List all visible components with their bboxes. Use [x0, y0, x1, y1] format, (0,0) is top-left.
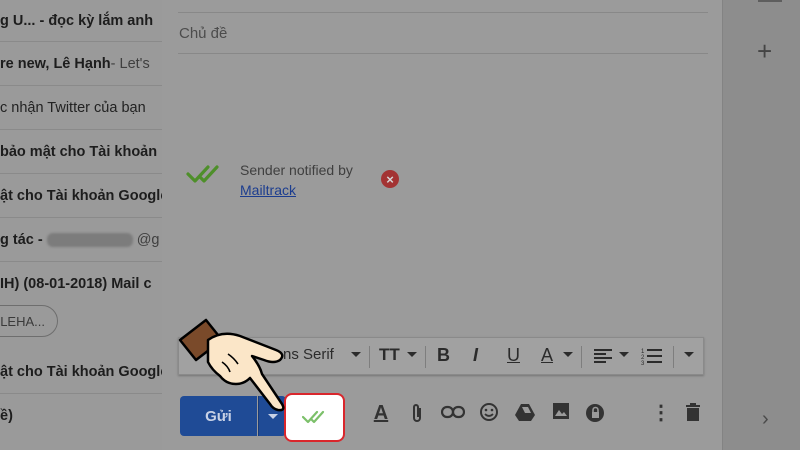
inbox-row-sender: ật cho Tài khoản Google [0, 187, 162, 204]
mailtrack-text: Sender notified by [240, 162, 353, 178]
subject-placeholder: Chủ đề [179, 25, 228, 42]
menu-icon[interactable] [758, 0, 782, 2]
inbox-list: g U... - đọc kỳ lắm anh re new, Lê Hạnh … [0, 0, 162, 450]
text-color-icon[interactable]: A [541, 345, 553, 366]
more-formatting-icon[interactable] [684, 352, 694, 357]
inbox-row-sender: ề) [0, 408, 13, 424]
divider [581, 346, 582, 368]
subject-field[interactable]: Chủ đề [178, 14, 708, 54]
inbox-row-sender: re new, Lê Hạnh [0, 55, 111, 72]
numbered-list-icon[interactable]: 1 2 3 [641, 347, 663, 365]
more-options-icon[interactable]: ⋮ [648, 402, 674, 424]
inbox-row-sender: bảo mật cho Tài khoản [0, 143, 158, 160]
inbox-row[interactable]: ề) [0, 394, 162, 438]
inbox-row-snippet: @g [136, 231, 160, 248]
side-panel [722, 0, 800, 450]
svg-text:3: 3 [641, 361, 645, 365]
inbox-row[interactable]: IH) (08-01-2018) Mail c [0, 262, 162, 306]
inbox-row-snippet: - Let's [110, 55, 150, 72]
google-drive-icon[interactable] [512, 402, 538, 427]
chevron-down-icon[interactable] [563, 352, 573, 357]
attachment-chip-label: LEHA... [0, 313, 45, 329]
emoji-icon[interactable] [476, 402, 502, 427]
italic-icon[interactable]: I [473, 345, 478, 366]
inbox-row-sender: g tác - [0, 231, 43, 248]
inbox-row[interactable]: g tác - @g [0, 218, 162, 262]
text-size-icon[interactable]: TT [379, 345, 400, 365]
underline-icon[interactable]: U [507, 345, 520, 366]
chevron-down-icon[interactable] [351, 352, 361, 357]
align-icon[interactable] [593, 348, 613, 364]
add-addon-icon[interactable]: + [757, 36, 772, 67]
inbox-row[interactable]: g U... - đọc kỳ lắm anh [0, 0, 162, 42]
attach-file-icon[interactable] [404, 402, 430, 429]
divider [425, 346, 426, 368]
inbox-row[interactable]: c nhận Twitter của bạn [0, 86, 162, 130]
inbox-row-sender: ật cho Tài khoản Google [0, 363, 162, 380]
bold-icon[interactable]: B [437, 345, 450, 366]
confidential-mode-icon[interactable] [582, 402, 608, 429]
pointing-hand-icon [178, 318, 285, 412]
divider [673, 346, 674, 368]
double-check-icon [302, 410, 325, 424]
double-check-icon [186, 165, 219, 183]
inbox-row[interactable]: ật cho Tài khoản Google [0, 350, 162, 394]
insert-link-icon[interactable] [440, 402, 466, 424]
attachment-chip[interactable]: LEHA... [0, 305, 58, 337]
expand-panel-icon[interactable]: › [762, 408, 769, 431]
divider [369, 346, 370, 368]
insert-photo-icon[interactable] [548, 402, 574, 425]
close-icon[interactable]: × [381, 170, 399, 188]
inbox-row[interactable]: bảo mật cho Tài khoản [0, 130, 162, 174]
inbox-row-sender: IH) (08-01-2018) Mail c [0, 276, 152, 292]
inbox-row[interactable]: re new, Lê Hạnh - Let's [0, 42, 162, 86]
divider [178, 12, 708, 13]
mailtrack-link[interactable]: Mailtrack [240, 180, 296, 200]
formatting-options-icon[interactable]: A [368, 402, 394, 424]
inbox-row-snippet: c nhận Twitter của bạn [0, 99, 146, 116]
chevron-down-icon[interactable] [407, 352, 417, 357]
inbox-row[interactable]: ật cho Tài khoản Google [0, 174, 162, 218]
mailtrack-notice: Sender notified by Mailtrack × [186, 158, 416, 204]
redacted-email [46, 232, 133, 247]
delete-icon[interactable] [680, 402, 706, 427]
chevron-down-icon[interactable] [619, 352, 629, 357]
inbox-row-sender: g U... - đọc kỳ lắm anh [0, 12, 154, 29]
